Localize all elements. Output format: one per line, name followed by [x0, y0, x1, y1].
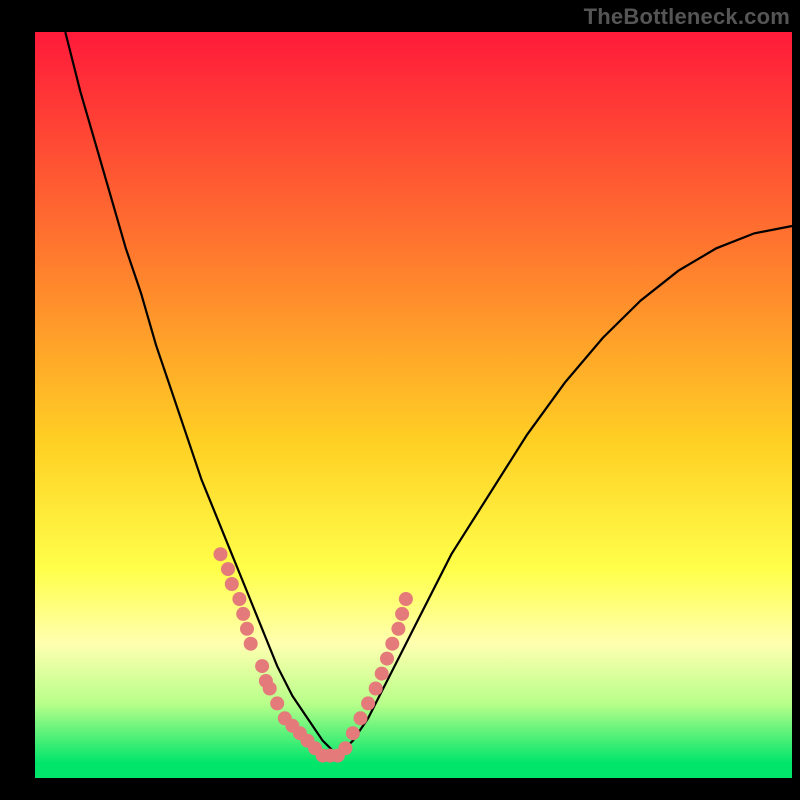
sample-dot	[225, 577, 239, 591]
sample-dot	[380, 652, 394, 666]
sample-dot	[244, 637, 258, 651]
sample-dot	[385, 637, 399, 651]
sample-dot	[263, 682, 277, 696]
sample-dot	[236, 607, 250, 621]
sample-dot	[221, 562, 235, 576]
watermark-text: TheBottleneck.com	[584, 4, 790, 30]
sample-dot	[346, 726, 360, 740]
sample-dot	[369, 682, 383, 696]
sample-dot	[399, 592, 413, 606]
sample-dot	[338, 741, 352, 755]
sample-dot	[232, 592, 246, 606]
plot-area	[35, 32, 792, 778]
sample-dot	[395, 607, 409, 621]
sample-dot	[214, 547, 228, 561]
sample-dot	[375, 667, 389, 681]
sample-dot	[361, 696, 375, 710]
sample-dot	[391, 622, 405, 636]
sample-dot	[354, 711, 368, 725]
sample-dot	[240, 622, 254, 636]
chart-frame: TheBottleneck.com	[0, 0, 800, 800]
sample-dot	[255, 659, 269, 673]
sample-dot	[270, 696, 284, 710]
bottleneck-chart	[0, 0, 800, 800]
